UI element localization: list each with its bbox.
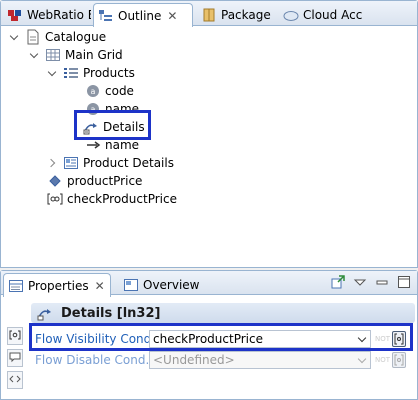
properties-view: Properties ✕ Overview Details [ln32] Flo…	[0, 270, 418, 400]
grid-icon	[45, 47, 61, 63]
page-icon	[25, 29, 41, 45]
tree-item-main-grid[interactable]: Main Grid	[29, 46, 123, 64]
tab-label: Overview	[143, 277, 200, 292]
details-icon	[63, 155, 79, 171]
expression-editor-button[interactable]	[392, 352, 406, 368]
attribute-icon: a	[85, 83, 101, 99]
side-tab-code[interactable]	[7, 371, 23, 389]
close-icon[interactable]: ✕	[167, 9, 177, 23]
properties-tabbar: Properties ✕ Overview	[1, 271, 417, 297]
code-icon	[9, 373, 21, 387]
tree-item-label: Catalogue	[45, 30, 107, 44]
close-icon[interactable]: ✕	[95, 279, 105, 293]
flow-icon	[37, 305, 55, 321]
properties-side-tabs	[7, 327, 25, 393]
list-icon	[63, 65, 79, 81]
outline-icon	[98, 8, 114, 24]
chevron-right-icon[interactable]	[47, 157, 59, 169]
properties-title-text: Details [ln32]	[61, 305, 161, 321]
expression-icon	[9, 329, 21, 343]
tree-item-products[interactable]: Products	[47, 64, 135, 82]
tree-item-catalogue[interactable]: Catalogue	[9, 28, 106, 46]
view-menu-icon[interactable]	[353, 275, 367, 289]
diamond-icon	[47, 173, 63, 189]
tree-item-label: Main Grid	[65, 48, 123, 62]
overview-icon	[123, 277, 139, 293]
flow-disable-label[interactable]: Flow Disable Cond.	[35, 353, 149, 367]
properties-title: Details [ln32]	[31, 303, 415, 323]
highlight-flow-visibility	[29, 323, 413, 351]
outline-view: WebRatio E Outline ✕ Package E Cloud Acc	[0, 0, 418, 268]
package-icon	[201, 7, 217, 23]
side-tab-expression[interactable]	[7, 327, 23, 345]
chevron-down-icon[interactable]	[29, 49, 41, 61]
webratio-icon	[7, 7, 23, 23]
comment-icon	[9, 351, 21, 365]
tab-overview[interactable]: Overview	[119, 273, 205, 296]
properties-icon	[8, 278, 24, 294]
tab-label: Outline	[118, 8, 162, 23]
properties-toolbar	[323, 275, 411, 289]
tab-label: Cloud Acc	[303, 7, 363, 22]
tree-item-label: code	[105, 84, 134, 98]
chevron-down-icon[interactable]	[357, 354, 367, 364]
chevron-down-icon[interactable]	[9, 31, 21, 43]
tab-cloud-account[interactable]: Cloud Acc	[279, 3, 365, 26]
tree-item-label: name	[105, 138, 140, 152]
tab-webratio-explorer[interactable]: WebRatio E	[3, 3, 91, 26]
tree-item-check-product-price[interactable]: checkProductPrice	[47, 190, 177, 208]
tab-outline[interactable]: Outline ✕	[93, 3, 193, 27]
tab-label: Properties	[28, 278, 89, 293]
expression-icon	[47, 191, 63, 207]
tab-label: WebRatio E	[27, 7, 91, 22]
highlight-details	[74, 110, 151, 140]
flow-disable-value: <Undefined>	[153, 353, 235, 367]
tree-item-product-details[interactable]: Product Details	[47, 154, 174, 172]
tree-item-label: checkProductPrice	[67, 192, 177, 206]
pin-icon[interactable]	[331, 275, 345, 289]
flow-disable-select[interactable]: <Undefined>	[149, 351, 371, 369]
tree-item-product-price[interactable]: productPrice	[47, 172, 142, 190]
tree-item-label: productPrice	[67, 174, 143, 188]
tab-package-explorer[interactable]: Package E	[197, 3, 275, 26]
tab-label: Package E	[221, 7, 275, 22]
cloud-icon	[283, 7, 299, 23]
svg-text:a: a	[91, 87, 96, 96]
minimize-icon[interactable]	[375, 275, 389, 289]
outline-tabbar: WebRatio E Outline ✕ Package E Cloud Acc	[1, 1, 417, 27]
not-toggle[interactable]: NOT	[375, 356, 390, 364]
tree-item-label: Products	[83, 66, 135, 80]
property-row-flow-disable: Flow Disable Cond. <Undefined> NOT	[35, 350, 409, 370]
maximize-icon[interactable]	[397, 275, 411, 289]
side-tab-comment[interactable]	[7, 349, 23, 367]
tree-item-code[interactable]: a code	[85, 82, 134, 100]
tree-item-label: Product Details	[83, 156, 174, 170]
tab-properties[interactable]: Properties ✕	[3, 273, 111, 297]
chevron-down-icon[interactable]	[47, 67, 59, 79]
